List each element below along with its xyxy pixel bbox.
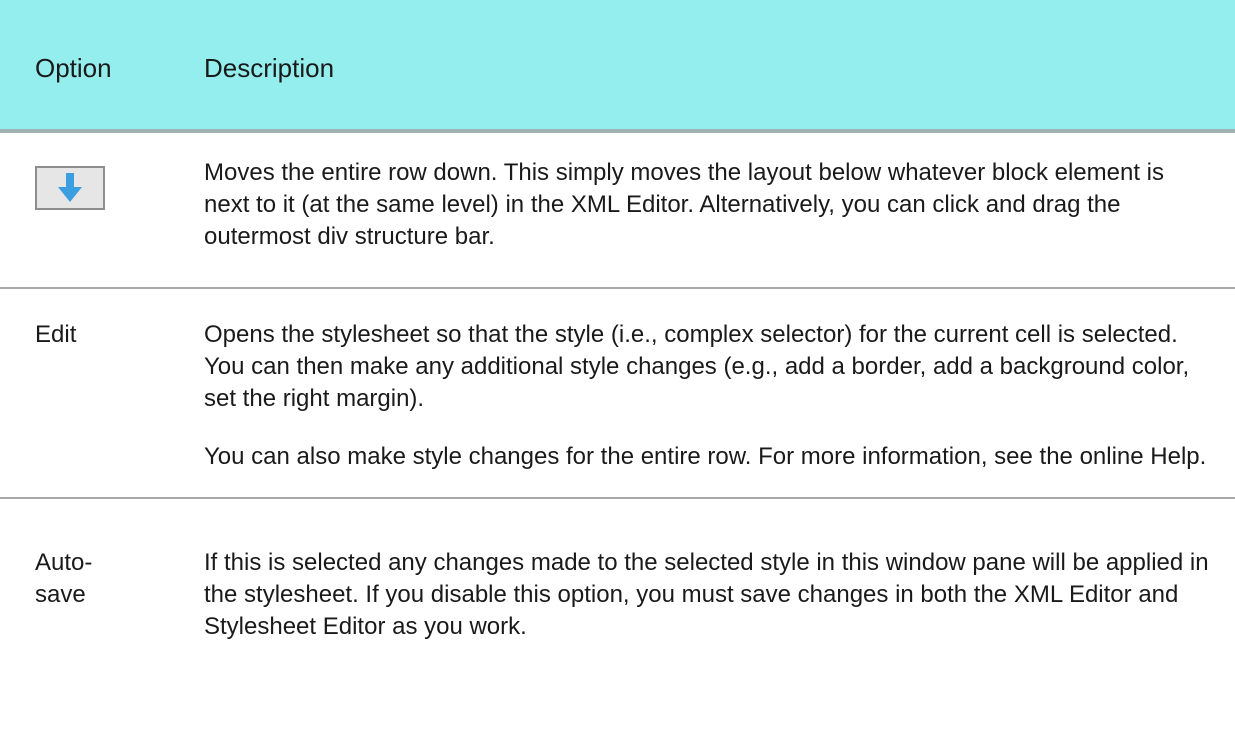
header-option: Option <box>35 53 112 83</box>
option-edit: Edit <box>35 321 77 348</box>
table-row: Auto-save If this is selected any change… <box>0 499 1235 736</box>
arrow-down-icon <box>58 173 82 202</box>
table-header: Option Description <box>0 0 1235 133</box>
option-auto-save: Auto-save <box>35 549 93 608</box>
description-paragraph: If this is selected any changes made to … <box>204 549 1209 640</box>
row-description: Moves the entire row down. This simply m… <box>204 157 1214 253</box>
row-description: If this is selected any changes made to … <box>204 547 1214 643</box>
description-paragraph: Opens the stylesheet so that the style (… <box>204 321 1190 412</box>
table-row: Moves the entire row down. This simply m… <box>0 133 1235 289</box>
move-down-button[interactable] <box>35 166 105 210</box>
row-description: Opens the stylesheet so that the style (… <box>204 319 1214 473</box>
description-paragraph: You can also make style changes for the … <box>204 443 1207 470</box>
table-row: Edit Opens the stylesheet so that the st… <box>0 289 1235 499</box>
description-paragraph: Moves the entire row down. This simply m… <box>204 159 1164 250</box>
header-description: Description <box>204 53 335 83</box>
